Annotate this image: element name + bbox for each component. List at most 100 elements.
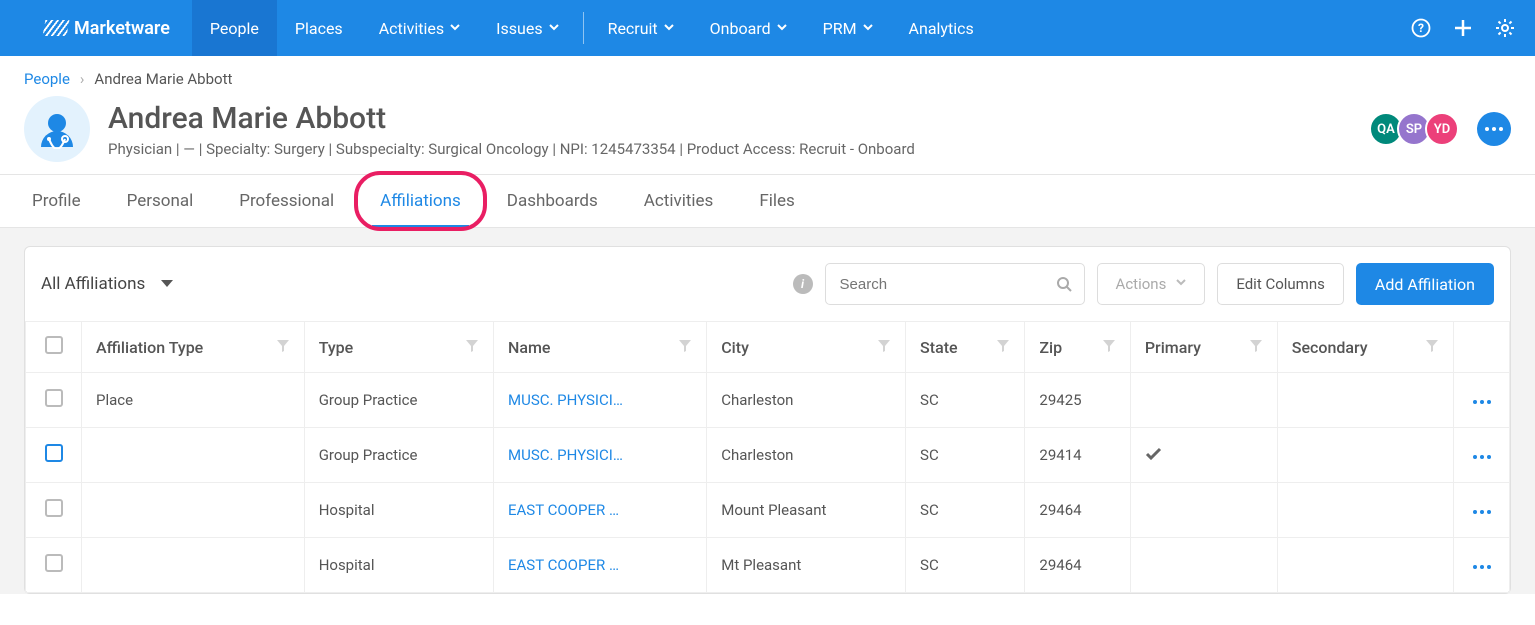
column-label: Primary: [1145, 338, 1201, 357]
filter-icon[interactable]: [877, 338, 891, 357]
page-title: Andrea Marie Abbott: [108, 101, 915, 136]
tab-activities[interactable]: Activities: [636, 175, 722, 227]
cell[interactable]: EAST COOPER …: [494, 538, 707, 593]
nav-item-activities[interactable]: Activities: [361, 0, 478, 56]
select-all-checkbox[interactable]: [45, 336, 63, 354]
row-checkbox[interactable]: [45, 389, 63, 407]
cell: SC: [906, 538, 1025, 593]
search-icon: [1056, 276, 1072, 292]
row-checkbox[interactable]: [45, 554, 63, 572]
column-header[interactable]: Zip: [1025, 322, 1130, 373]
chevron-down-icon: [161, 280, 173, 288]
cell: 29464: [1025, 538, 1130, 593]
nav-item-prm[interactable]: PRM: [805, 0, 891, 56]
search-input[interactable]: [838, 275, 1056, 294]
cell: Place: [82, 373, 305, 428]
user-chip[interactable]: YD: [1425, 112, 1459, 146]
table-row: HospitalEAST COOPER …Mount PleasantSC294…: [26, 483, 1510, 538]
column-label: Type: [319, 338, 354, 357]
filter-icon[interactable]: [996, 338, 1010, 357]
nav-items: People Places Activities Issues Recruit Onboa…: [192, 0, 992, 56]
row-checkbox[interactable]: [45, 499, 63, 517]
table-row: PlaceGroup PracticeMUSC. PHYSICI…Charles…: [26, 373, 1510, 428]
add-affiliation-button[interactable]: Add Affiliation: [1356, 263, 1494, 305]
row-actions-button[interactable]: [1454, 428, 1510, 483]
breadcrumb-current: Andrea Marie Abbott: [94, 70, 232, 88]
column-header[interactable]: Secondary: [1277, 322, 1453, 373]
settings-icon[interactable]: [1495, 18, 1515, 38]
filter-icon[interactable]: [1425, 338, 1439, 357]
filter-icon[interactable]: [1249, 338, 1263, 357]
search-input-wrap[interactable]: [825, 263, 1085, 305]
tab-professional[interactable]: Professional: [231, 175, 342, 227]
chevron-down-icon: [549, 19, 559, 38]
filter-icon[interactable]: [276, 338, 290, 357]
nav-item-label: Analytics: [909, 19, 974, 38]
row-actions-button[interactable]: [1454, 483, 1510, 538]
nav-item-places[interactable]: Places: [277, 0, 361, 56]
affiliation-filter-dropdown[interactable]: All Affiliations: [41, 274, 173, 294]
tab-personal[interactable]: Personal: [119, 175, 202, 227]
nav-item-analytics[interactable]: Analytics: [891, 0, 992, 56]
cell: 29464: [1025, 483, 1130, 538]
add-icon[interactable]: [1453, 18, 1473, 38]
filter-icon[interactable]: [465, 338, 479, 357]
nav-item-recruit[interactable]: Recruit: [590, 0, 692, 56]
affiliation-filter-label: All Affiliations: [41, 274, 145, 294]
tab-files[interactable]: Files: [751, 175, 802, 227]
cell: Group Practice: [304, 373, 493, 428]
cell-secondary: [1277, 483, 1453, 538]
filter-icon[interactable]: [678, 338, 692, 357]
cell[interactable]: MUSC. PHYSICI…: [494, 428, 707, 483]
breadcrumb-separator-icon: ›: [80, 70, 85, 88]
edit-columns-button[interactable]: Edit Columns: [1217, 263, 1344, 305]
column-header[interactable]: Primary: [1130, 322, 1277, 373]
column-header[interactable]: Name: [494, 322, 707, 373]
actions-dropdown[interactable]: Actions: [1097, 263, 1206, 305]
nav-item-issues[interactable]: Issues: [478, 0, 576, 56]
column-header[interactable]: Type: [304, 322, 493, 373]
nav-item-people[interactable]: People: [192, 0, 277, 56]
filter-icon[interactable]: [1102, 338, 1116, 357]
table-row: HospitalEAST COOPER …Mt PleasantSC29464: [26, 538, 1510, 593]
more-actions-button[interactable]: [1477, 112, 1511, 146]
breadcrumb: People › Andrea Marie Abbott: [0, 56, 1535, 96]
cell: Charleston: [707, 373, 906, 428]
cell: Hospital: [304, 483, 493, 538]
row-actions-button[interactable]: [1454, 538, 1510, 593]
column-header[interactable]: State: [906, 322, 1025, 373]
breadcrumb-root[interactable]: People: [24, 70, 70, 88]
nav-item-label: Recruit: [608, 19, 658, 38]
column-header[interactable]: Affiliation Type: [82, 322, 305, 373]
column-label: City: [721, 338, 749, 357]
tab-profile[interactable]: Profile: [24, 175, 89, 227]
cell: Group Practice: [304, 428, 493, 483]
tab-affiliations[interactable]: Affiliations: [372, 175, 469, 227]
cell: [82, 538, 305, 593]
tab-dashboards[interactable]: Dashboards: [499, 175, 606, 227]
cell-primary: [1130, 483, 1277, 538]
row-checkbox[interactable]: [45, 444, 63, 462]
column-label: State: [920, 338, 958, 357]
cell: Mount Pleasant: [707, 483, 906, 538]
row-actions-button[interactable]: [1454, 373, 1510, 428]
brand[interactable]: Marketware: [0, 0, 192, 56]
brand-name: Marketware: [74, 18, 170, 39]
cell[interactable]: EAST COOPER …: [494, 483, 707, 538]
toolbar: All Affiliations i Actions Edit Columns …: [25, 247, 1510, 321]
info-icon[interactable]: i: [793, 274, 813, 294]
column-label: Name: [508, 338, 550, 357]
check-icon: [1145, 446, 1162, 464]
cell-primary: [1130, 538, 1277, 593]
table-row: Group PracticeMUSC. PHYSICI…CharlestonSC…: [26, 428, 1510, 483]
nav-item-label: Issues: [496, 19, 542, 38]
help-icon[interactable]: [1411, 18, 1431, 38]
add-affiliation-label: Add Affiliation: [1375, 275, 1475, 294]
nav-item-label: Places: [295, 19, 343, 38]
nav-item-onboard[interactable]: Onboard: [692, 0, 805, 56]
cell-primary: [1130, 428, 1277, 483]
column-header[interactable]: City: [707, 322, 906, 373]
nav-separator: [583, 12, 584, 44]
cell[interactable]: MUSC. PHYSICI…: [494, 373, 707, 428]
chevron-down-icon: [1176, 279, 1186, 289]
